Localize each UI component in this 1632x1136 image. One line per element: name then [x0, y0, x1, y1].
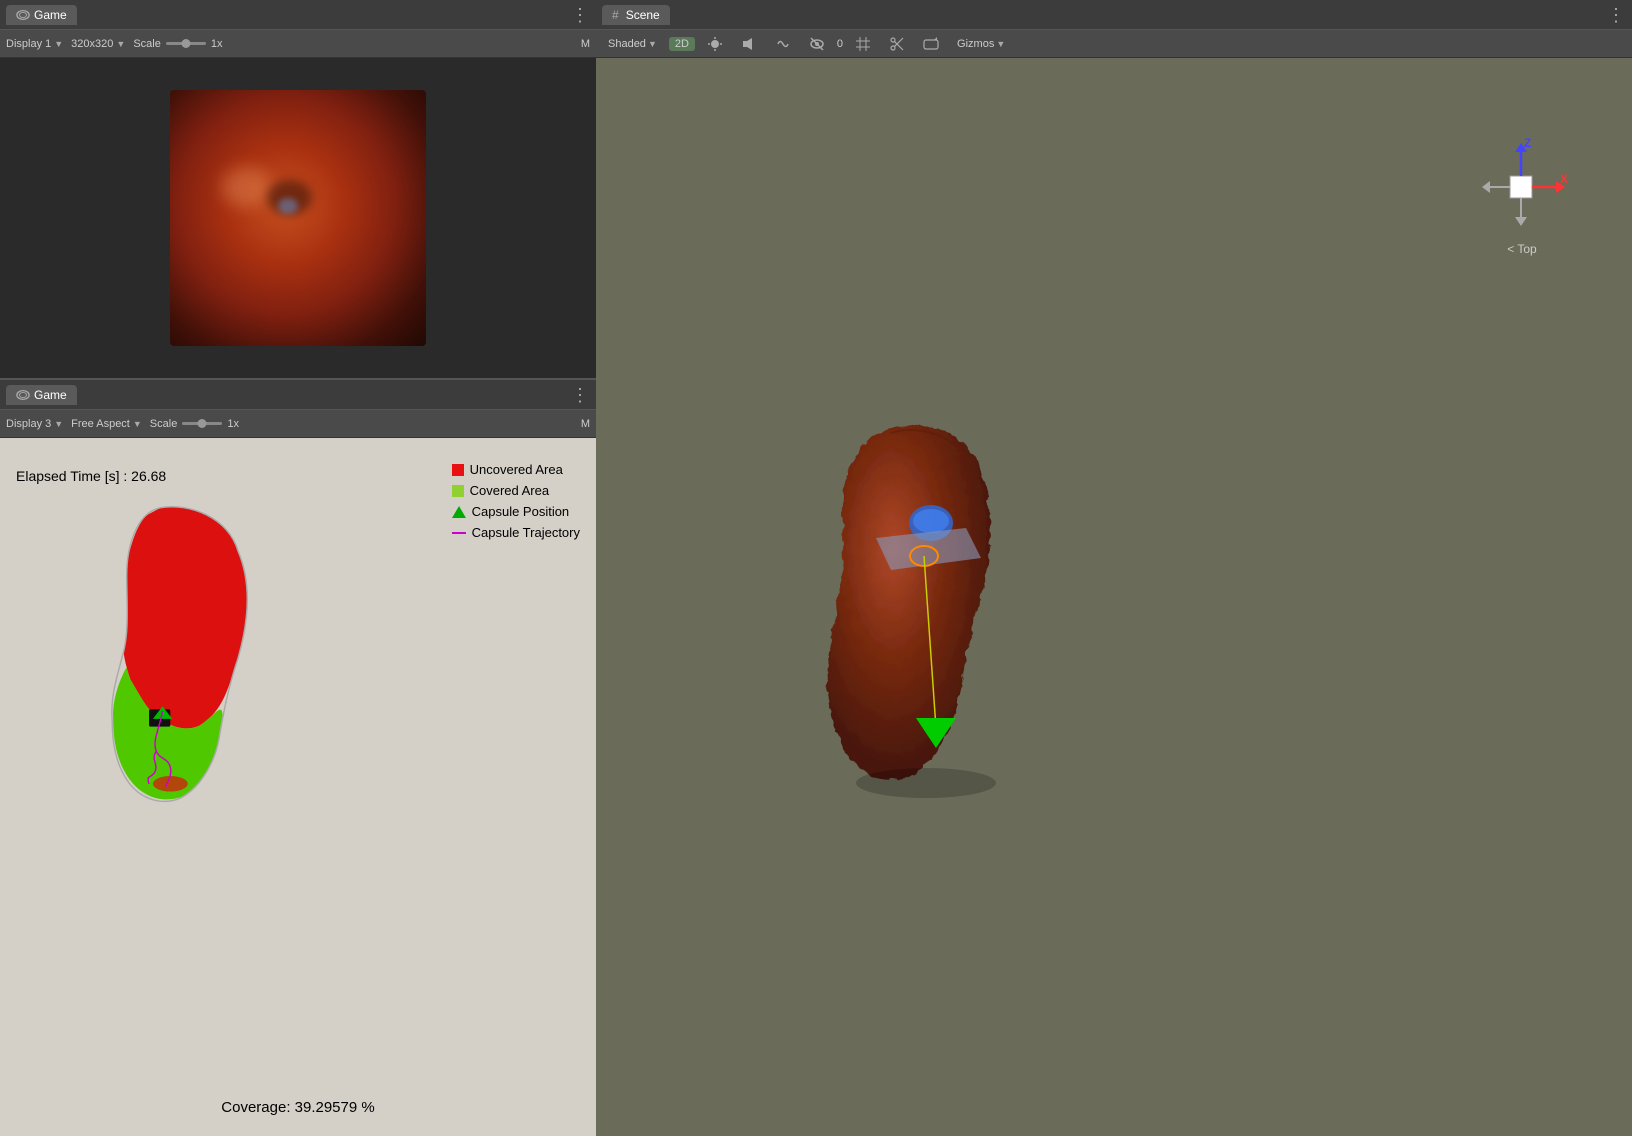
legend-uncovered-label: Uncovered Area [470, 462, 563, 477]
maximize-label[interactable]: M [581, 38, 590, 50]
effects-icon [775, 36, 791, 52]
scene-tab[interactable]: # Scene [602, 5, 670, 25]
game-top-tab-label: Game [34, 8, 67, 22]
game-bottom-tab-label: Game [34, 388, 67, 402]
scene-hash-icon: # [612, 8, 619, 22]
camera-icon [923, 36, 939, 52]
capsule-position-icon [452, 506, 466, 518]
gizmos-btn[interactable]: Gizmos ▼ [951, 37, 1011, 51]
organ-coverage-map [80, 498, 280, 808]
shading-selector[interactable]: Shaded ▼ [602, 37, 663, 51]
legend: Uncovered Area Covered Area Capsule Posi… [452, 462, 580, 540]
gizmos-dropdown-arrow: ▼ [996, 39, 1005, 49]
game-top-viewport [0, 58, 596, 378]
scene-panel: # Scene ⋮ Shaded ▼ 2D [596, 0, 1632, 1136]
eye-icon [809, 36, 825, 52]
legend-position: Capsule Position [452, 504, 580, 519]
scale-control: Scale 1x [133, 38, 222, 50]
trajectory-icon [452, 532, 466, 534]
endo-blue-spot [278, 198, 298, 214]
top-view-label: < Top [1507, 242, 1536, 256]
visibility-count: 0 [837, 38, 843, 50]
display3-dropdown-arrow: ▼ [54, 419, 63, 429]
orientation-gizmo[interactable]: Z X < Top [1472, 138, 1572, 238]
camera-icon-btn[interactable] [917, 35, 945, 53]
scene-tab-bar: # Scene ⋮ [596, 0, 1632, 30]
scale2-control: Scale 1x [150, 418, 239, 430]
grid-icon-btn[interactable] [849, 35, 877, 53]
maximize2-label[interactable]: M [581, 418, 590, 430]
2d-toggle[interactable]: 2D [669, 37, 695, 51]
coverage-percentage: Coverage: 39.29579 % [221, 1099, 374, 1116]
scissors-icon-btn[interactable] [883, 35, 911, 53]
uncovered-icon [452, 464, 464, 476]
aspect-selector[interactable]: Free Aspect ▼ [71, 418, 142, 430]
legend-position-label: Capsule Position [472, 504, 570, 519]
endo-background [170, 90, 426, 346]
effects-icon-btn[interactable] [769, 35, 797, 53]
scene-tab-label: Scene [626, 8, 660, 22]
display3-selector[interactable]: Display 3 ▼ [6, 418, 63, 430]
covered-icon [452, 485, 464, 497]
game-top-toolbar: Display 1 ▼ 320x320 ▼ Scale 1x M [0, 30, 596, 58]
svg-text:X: X [1560, 172, 1568, 186]
endoscope-image [170, 90, 426, 346]
lighting-icon-btn[interactable] [701, 35, 729, 53]
game-tab-icon [16, 8, 30, 22]
legend-covered-label: Covered Area [470, 483, 550, 498]
game-top-tab-bar: Game ⋮ [0, 0, 596, 30]
legend-trajectory: Capsule Trajectory [452, 525, 580, 540]
display-dropdown-arrow: ▼ [54, 39, 63, 49]
resolution-selector[interactable]: 320x320 ▼ [71, 38, 125, 50]
legend-covered: Covered Area [452, 483, 580, 498]
organ-3d-svg [796, 408, 1076, 808]
aspect-dropdown-arrow: ▼ [133, 419, 142, 429]
visibility-icon-btn[interactable] [803, 35, 831, 53]
scene-viewport: Z X < Top [596, 58, 1632, 1136]
sun-icon [707, 36, 723, 52]
game-bottom-tab-bar: Game ⋮ [0, 380, 596, 410]
game-panel-bottom: Game ⋮ Display 3 ▼ Free Aspect ▼ Scale 1… [0, 380, 596, 1136]
elapsed-time: Elapsed Time [s] : 26.68 [16, 468, 166, 484]
game-bottom-toolbar: Display 3 ▼ Free Aspect ▼ Scale 1x M [0, 410, 596, 438]
speaker-icon [741, 36, 757, 52]
audio-icon-btn[interactable] [735, 35, 763, 53]
scale2-slider[interactable] [182, 422, 222, 425]
legend-uncovered: Uncovered Area [452, 462, 580, 477]
legend-trajectory-label: Capsule Trajectory [472, 525, 580, 540]
coverage-viewport: Elapsed Time [s] : 26.68 Uncovered Area … [0, 438, 596, 1136]
shading-dropdown-arrow: ▼ [648, 39, 657, 49]
gizmo-svg: Z X [1472, 138, 1572, 238]
grid-icon [855, 36, 871, 52]
scale-slider[interactable] [166, 42, 206, 45]
game-top-tab[interactable]: Game [6, 5, 77, 25]
game-bottom-tab[interactable]: Game [6, 385, 77, 405]
game-bottom-dots-menu[interactable]: ⋮ [571, 386, 590, 404]
scissors-icon [889, 36, 905, 52]
scene-dots-menu[interactable]: ⋮ [1607, 6, 1626, 24]
display-selector[interactable]: Display 1 ▼ [6, 38, 63, 50]
resolution-dropdown-arrow: ▼ [116, 39, 125, 49]
svg-text:Z: Z [1524, 138, 1531, 150]
scene-toolbar: Shaded ▼ 2D 0 [596, 30, 1632, 58]
organ-3d-wrapper [796, 408, 1076, 811]
coverage-svg [80, 498, 280, 808]
endo-highlight [221, 167, 271, 207]
game-panel-top: Game ⋮ Display 1 ▼ 320x320 ▼ Scale 1x [0, 0, 596, 380]
game-top-dots-menu[interactable]: ⋮ [571, 6, 590, 24]
game-bottom-tab-icon [16, 388, 30, 402]
